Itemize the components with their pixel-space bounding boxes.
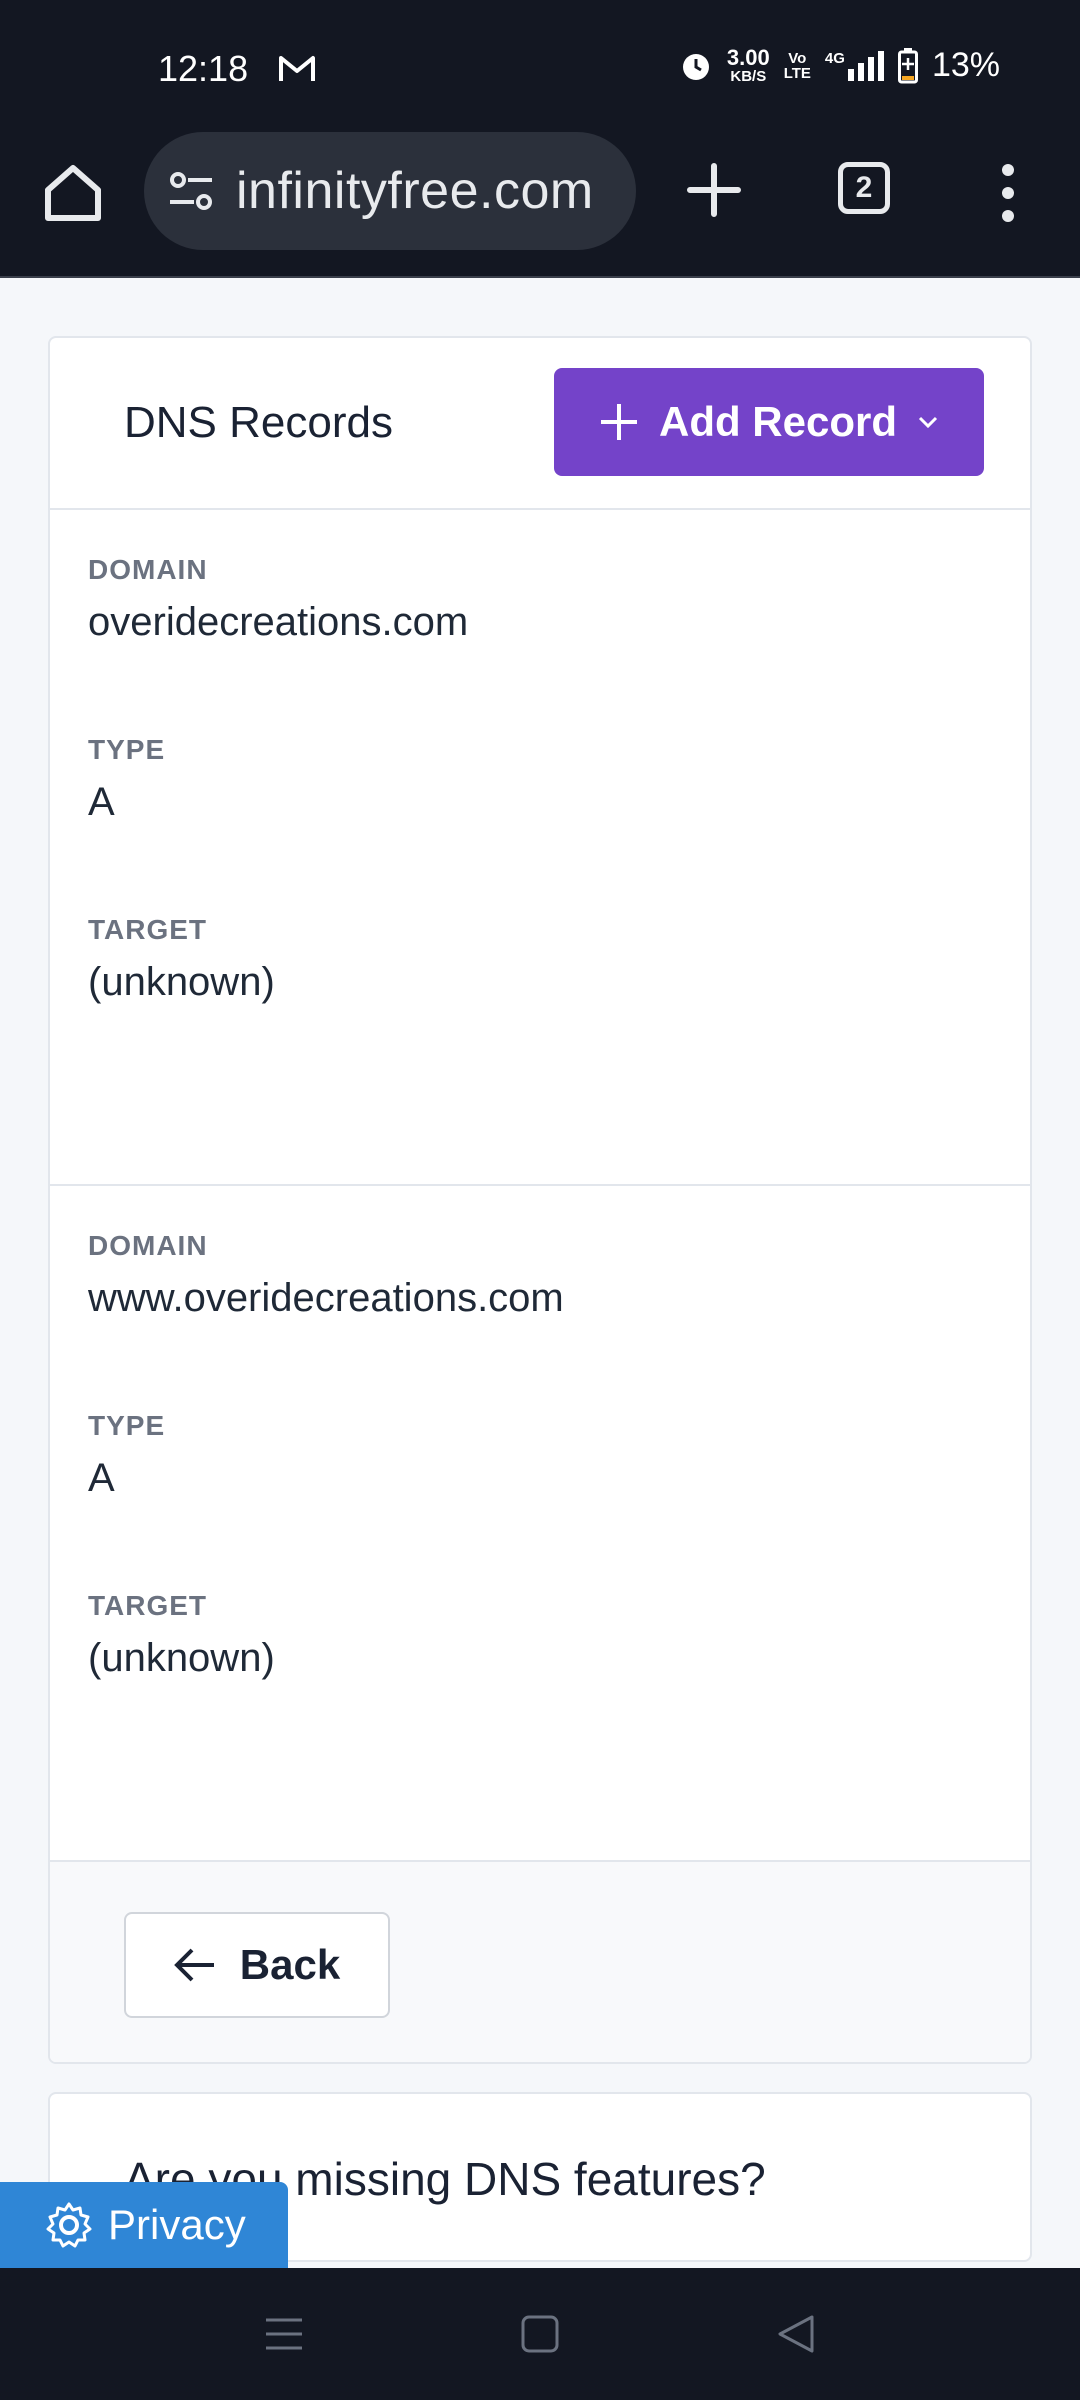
target-value: (unknown) bbox=[88, 960, 275, 1004]
back-nav-icon[interactable] bbox=[774, 2312, 818, 2356]
home-nav-icon[interactable] bbox=[518, 2312, 562, 2356]
tab-switcher-button[interactable]: 2 bbox=[838, 162, 890, 214]
domain-label: DOMAIN bbox=[88, 554, 208, 585]
dns-record-row: DOMAIN overidecreations.com TYPE A TARGE… bbox=[50, 510, 1030, 1186]
gear-icon bbox=[46, 2202, 92, 2248]
volte-indicator: Vo LTE bbox=[783, 49, 811, 82]
signal-icon: 4G bbox=[825, 50, 884, 81]
url-text[interactable]: infinityfree.com bbox=[236, 161, 594, 221]
target-label: TARGET bbox=[88, 1590, 208, 1621]
back-label: Back bbox=[239, 1941, 341, 1988]
recent-apps-icon[interactable] bbox=[262, 2312, 306, 2356]
add-record-label: Add Record bbox=[658, 398, 897, 445]
net-speed: 3.00 KB/S bbox=[726, 45, 770, 85]
status-icons: 3.00 KB/S Vo LTE 4G 13% bbox=[679, 46, 1000, 85]
domain-field: DOMAIN www.overidecreations.com bbox=[88, 1230, 564, 1321]
type-label: TYPE bbox=[88, 1410, 166, 1441]
battery-icon bbox=[897, 47, 918, 83]
status-time: 12:18 bbox=[158, 48, 249, 89]
type-value: A bbox=[88, 1456, 115, 1500]
address-bar[interactable]: infinityfree.com bbox=[144, 132, 636, 250]
dns-records-card: DNS Records Add Record DOMAIN overidecre… bbox=[48, 336, 1032, 2064]
gmail-icon bbox=[279, 56, 315, 81]
tab-count: 2 bbox=[855, 171, 873, 204]
privacy-label: Privacy bbox=[108, 2201, 246, 2248]
more-menu-icon[interactable] bbox=[988, 160, 1028, 226]
type-value: A bbox=[88, 780, 115, 824]
back-button[interactable]: Back bbox=[124, 1912, 390, 2018]
system-nav-bar bbox=[0, 2268, 1080, 2400]
target-value: (unknown) bbox=[88, 1636, 275, 1680]
site-settings-icon[interactable] bbox=[168, 168, 214, 214]
privacy-button[interactable]: Privacy bbox=[0, 2182, 288, 2268]
target-label: TARGET bbox=[88, 914, 208, 945]
battery-percent: 13% bbox=[931, 46, 1000, 84]
new-tab-icon[interactable] bbox=[684, 160, 744, 220]
domain-field: DOMAIN overidecreations.com bbox=[88, 554, 468, 645]
type-label: TYPE bbox=[88, 734, 166, 765]
target-field: TARGET (unknown) bbox=[88, 914, 275, 1005]
arrow-left-icon bbox=[173, 1948, 214, 1982]
add-record-button[interactable]: Add Record bbox=[554, 368, 984, 476]
plus-icon bbox=[600, 404, 637, 440]
dns-record-row: DOMAIN www.overidecreations.com TYPE A T… bbox=[50, 1186, 1030, 1862]
card-header: DNS Records Add Record bbox=[50, 338, 1030, 510]
chevron-down-icon bbox=[918, 416, 938, 429]
domain-value: www.overidecreations.com bbox=[88, 1276, 564, 1320]
card-footer: Back bbox=[50, 1862, 1030, 2062]
home-icon[interactable] bbox=[40, 160, 106, 226]
type-field: TYPE A bbox=[88, 734, 165, 825]
domain-value: overidecreations.com bbox=[88, 600, 469, 644]
target-field: TARGET (unknown) bbox=[88, 1590, 275, 1681]
alarm-icon bbox=[682, 53, 709, 80]
browser-toolbar: infinityfree.com 2 bbox=[0, 130, 1080, 278]
status-bar: 12:18 3.00 KB/S Vo LTE 4G 13% bbox=[0, 0, 1080, 130]
domain-label: DOMAIN bbox=[88, 1230, 208, 1261]
card-title: DNS Records bbox=[124, 398, 393, 447]
type-field: TYPE A bbox=[88, 1410, 165, 1501]
